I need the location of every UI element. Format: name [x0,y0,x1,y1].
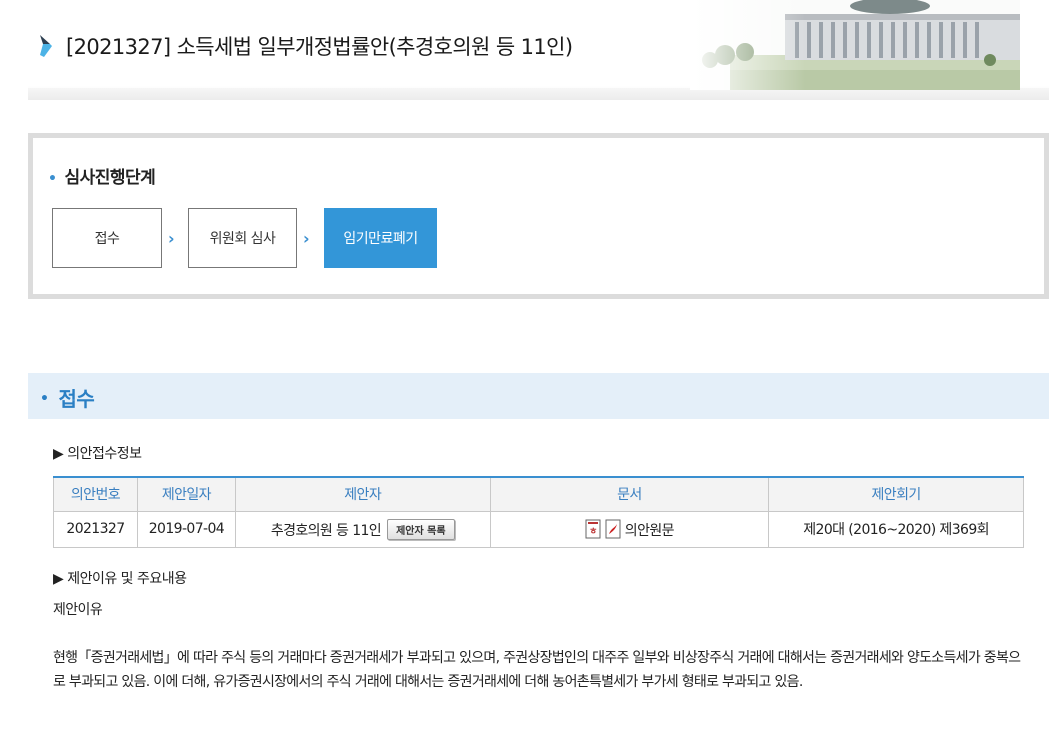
receipt-info-heading: ▶ 의안접수정보 [53,446,142,462]
hwp-document-icon[interactable]: ㅎ [585,519,603,539]
proposer-cell: 추경호의원 등 11인 제안자 목록 [234,510,491,548]
table-row: 2021327 2019-07-04 추경호의원 등 11인 제안자 목록 ㅎ 의… [53,510,1024,548]
section-title-text: 접수 [58,387,95,411]
section-title: • 접수 [40,383,95,412]
col-header-document: 문서 [489,477,770,512]
title-marker-icon [40,35,52,57]
stage-step-committee-review: 위원회 심사 [188,208,297,268]
bill-no-cell: 2021327 [53,510,138,548]
reason-heading: ▶ 제안이유 및 주요내용 [53,571,187,587]
reason-label: 제안이유 [53,602,103,618]
chevron-right-icon: › [303,229,310,248]
national-assembly-building-image [690,0,1020,90]
section-header-bar [28,373,1049,419]
session-cell: 제20대 (2016~2020) 제369회 [768,510,1024,548]
reason-text: 현행「증권거래세법」에 따라 주식 등의 거래마다 증권거래세가 부과되고 있으… [53,650,1021,690]
col-header-bill-no: 의안번호 [53,477,138,512]
bullet-icon: • [48,171,57,187]
pdf-document-icon[interactable] [605,519,623,539]
proposer-list-button[interactable]: 제안자 목록 [387,518,455,540]
document-cell: ㅎ 의안원문 [489,510,770,548]
date-cell: 2019-07-04 [136,510,236,548]
page-title: [2021327] 소득세법 일부개정법률안(추경호의원 등 11인) [66,35,573,59]
stage-panel [28,133,1049,299]
table-header-row: 의안번호 제안일자 제안자 문서 제안회기 [53,477,1024,512]
col-header-date: 제안일자 [136,477,236,512]
stage-title: • 심사진행단계 [48,163,156,188]
stage-step-expired: 임기만료폐기 [324,208,437,268]
bill-original-link[interactable]: 의안원문 [625,523,675,539]
receipt-info-table: 의안번호 제안일자 제안자 문서 제안회기 2021327 2019-07-04… [53,476,1024,548]
col-header-proposer: 제안자 [234,477,491,512]
stage-step-receipt: 접수 [52,208,162,268]
svg-text:ㅎ: ㅎ [589,527,597,537]
stage-title-text: 심사진행단계 [64,168,156,188]
chevron-right-icon: › [168,229,175,248]
bullet-icon: • [40,391,49,407]
proposer-text: 추경호의원 등 11인 [270,522,382,539]
col-header-session: 제안회기 [768,477,1024,512]
